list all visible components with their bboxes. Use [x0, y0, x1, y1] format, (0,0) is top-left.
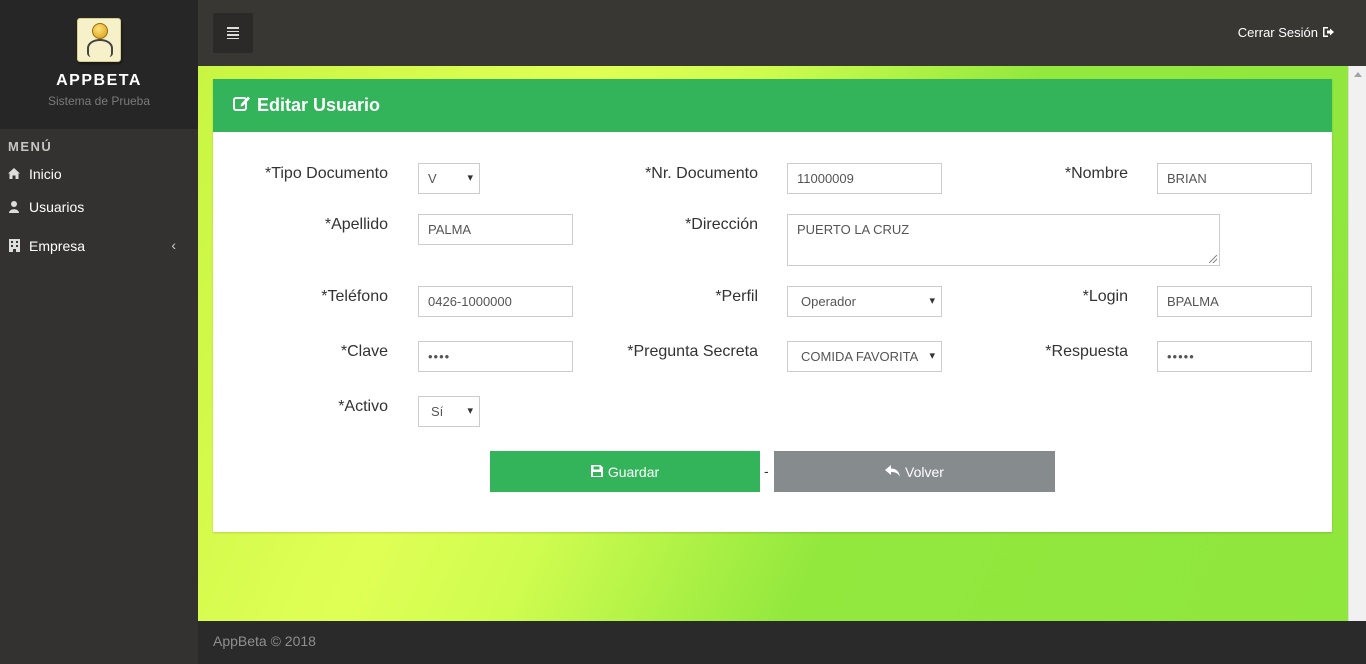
logout-link[interactable]: Cerrar Sesión [1238, 25, 1334, 40]
sidebar-item-label: Inicio [29, 165, 62, 182]
apellido-label: *Apellido [324, 216, 388, 233]
login-label: *Login [1082, 288, 1128, 305]
nr-documento-input[interactable]: 11000009 [787, 163, 942, 194]
reply-icon [885, 464, 901, 480]
activo-label: *Activo [338, 398, 388, 415]
brand-subtitle: Sistema de Prueba [47, 94, 151, 108]
save-icon [590, 464, 603, 480]
sidebar-item-empresa[interactable]: Empresa ‹ [0, 229, 198, 262]
perfil-value: Operador [801, 294, 856, 309]
nr-documento-label: *Nr. Documento [645, 165, 758, 182]
edit-user-panel: Editar Usuario *Tipo Documento V *Nr. Do… [213, 79, 1332, 532]
brand: APPBETA Sistema de Prueba [0, 0, 198, 129]
button-separator: - [764, 463, 769, 479]
tipo-documento-value: V [428, 171, 437, 186]
edit-icon [233, 95, 251, 116]
back-button[interactable]: Volver [774, 451, 1055, 492]
back-label: Volver [905, 463, 944, 480]
save-label: Guardar [607, 463, 660, 480]
sidebar-item-label: Usuarios [29, 198, 85, 215]
pregunta-label: *Pregunta Secreta [627, 343, 758, 360]
sign-out-icon [1323, 25, 1334, 40]
pregunta-value: COMIDA FAVORITA [801, 349, 919, 364]
activo-value: Sí [431, 404, 444, 419]
nombre-input[interactable]: BRIAN [1157, 163, 1312, 194]
sidebar-item-usuarios[interactable]: Usuarios [0, 190, 198, 223]
home-icon [5, 168, 23, 179]
telefono-input[interactable]: 0426-1000000 [418, 286, 573, 317]
sidebar: APPBETA Sistema de Prueba MENÚ Inicio Us… [0, 0, 198, 664]
login-input[interactable]: BPALMA [1157, 286, 1312, 317]
app-logo [77, 18, 121, 62]
clave-input[interactable]: •••• [418, 341, 573, 372]
direccion-label: *Dirección [685, 216, 758, 233]
user-icon [5, 200, 23, 213]
topbar: Cerrar Sesión [198, 0, 1366, 66]
sidebar-item-inicio[interactable]: Inicio [0, 157, 198, 190]
brand-name: APPBETA [56, 72, 142, 89]
nombre-label: *Nombre [1064, 165, 1128, 182]
respuesta-label: *Respuesta [1045, 343, 1128, 360]
clave-label: *Clave [340, 343, 388, 360]
direccion-textarea[interactable]: PUERTO LA CRUZ [787, 214, 1220, 266]
direccion-value: PUERTO LA CRUZ [797, 222, 910, 237]
resize-handle[interactable] [1209, 255, 1217, 263]
panel-title: Editar Usuario [257, 95, 381, 115]
main-content: Editar Usuario *Tipo Documento V *Nr. Do… [198, 66, 1348, 621]
telefono-label: *Teléfono [321, 288, 388, 305]
tipo-documento-label: *Tipo Documento [264, 165, 388, 182]
footer: AppBeta © 2018 [198, 621, 1366, 664]
respuesta-input[interactable]: ••••• [1157, 341, 1312, 372]
logout-label: Cerrar Sesión [1237, 25, 1318, 40]
tipo-documento-select[interactable]: V [418, 163, 480, 194]
menu-title: MENÚ [8, 139, 53, 154]
apellido-input[interactable]: PALMA [418, 214, 573, 245]
vertical-scrollbar[interactable] [1348, 66, 1366, 621]
building-icon [5, 239, 23, 252]
scroll-up-icon[interactable] [1354, 72, 1362, 77]
perfil-label: *Perfil [715, 288, 758, 305]
save-button[interactable]: Guardar [490, 451, 760, 492]
activo-select[interactable]: Sí [418, 396, 480, 427]
pregunta-select[interactable]: COMIDA FAVORITA [787, 341, 942, 372]
perfil-select[interactable]: Operador [787, 286, 942, 317]
sidebar-item-label: Empresa [29, 237, 86, 254]
panel-header: Editar Usuario [213, 79, 1332, 132]
chevron-left-icon: ‹ [171, 237, 176, 253]
menu-toggle-button[interactable] [213, 13, 253, 53]
